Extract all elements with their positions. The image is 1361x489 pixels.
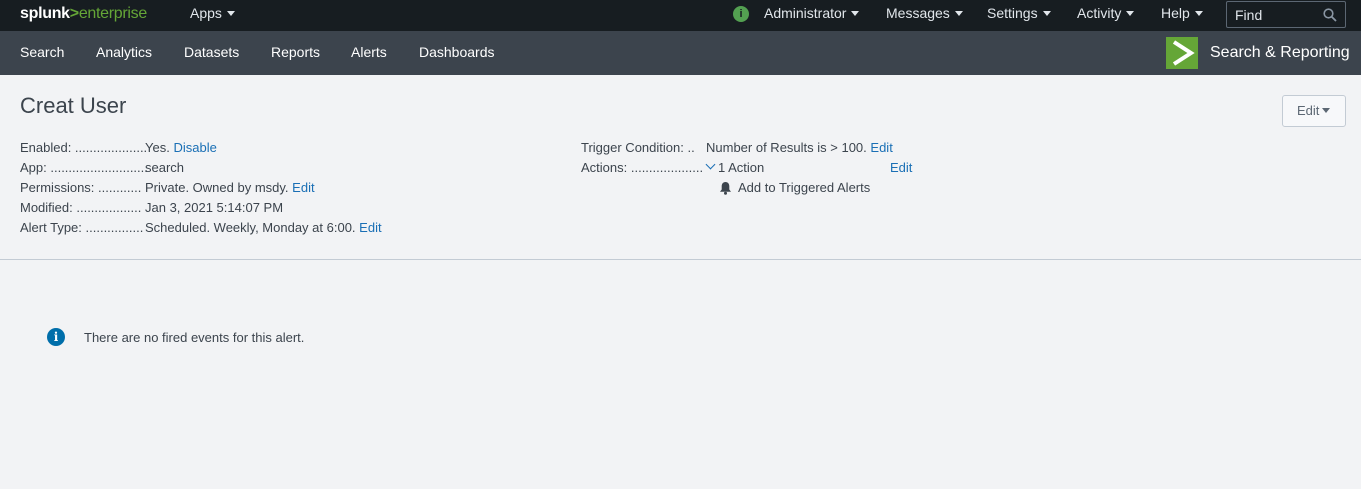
field-value: Yes. (145, 140, 170, 155)
caret-down-icon (226, 11, 235, 16)
edit-actions-link[interactable]: Edit (890, 160, 912, 176)
field-label: Permissions: ............ (20, 180, 142, 195)
field-label: Trigger Condition: .. (581, 140, 695, 155)
edit-button[interactable]: Edit (1282, 95, 1346, 127)
logo-enterprise-text: enterprise (78, 5, 147, 22)
logo-chevron: > (69, 5, 79, 22)
field-label: Actions: .................... (581, 160, 704, 175)
caret-down-icon (851, 11, 860, 16)
help-menu[interactable]: Help (1161, 0, 1203, 31)
nav-datasets[interactable]: Datasets (184, 31, 239, 75)
field-value: Private. Owned by msdy. (145, 180, 289, 195)
caret-down-icon (1126, 11, 1135, 16)
edit-button-label: Edit (1297, 103, 1320, 118)
caret-down-icon (1322, 108, 1331, 113)
settings-menu-label: Settings (987, 5, 1038, 21)
nav-alerts[interactable]: Alerts (351, 31, 387, 75)
edit-trigger-link[interactable]: Edit (870, 140, 892, 155)
field-value: search (145, 160, 185, 175)
field-value: Number of Results is > 100. (706, 140, 867, 155)
app-bar: Search Analytics Datasets Reports Alerts… (0, 31, 1361, 75)
field-label: App: ........................... (20, 160, 148, 175)
disable-link[interactable]: Disable (173, 140, 216, 155)
actions-toggle[interactable]: 1 Action (705, 159, 765, 176)
info-circle-icon[interactable]: i (733, 6, 749, 22)
field-label: Enabled: .................... (20, 140, 148, 155)
nav-analytics[interactable]: Analytics (96, 31, 152, 75)
apps-menu-label: Apps (190, 5, 222, 21)
page-title: Creat User (20, 93, 127, 118)
messages-menu[interactable]: Messages (886, 0, 963, 31)
divider (0, 259, 1361, 260)
messages-menu-label: Messages (886, 5, 950, 21)
apps-menu[interactable]: Apps (190, 0, 235, 31)
top-bar: splunk>enterprise Apps i Administrator M… (0, 0, 1361, 31)
nav-search[interactable]: Search (20, 31, 64, 75)
app-logo-icon[interactable] (1166, 37, 1198, 69)
field-value: Jan 3, 2021 5:14:07 PM (145, 200, 284, 215)
edit-alert-type-link[interactable]: Edit (359, 220, 381, 235)
edit-permissions-link[interactable]: Edit (292, 180, 314, 195)
help-menu-label: Help (1161, 5, 1190, 21)
field-label: Alert Type: ................ (20, 220, 144, 235)
activity-menu[interactable]: Activity (1077, 0, 1135, 31)
search-icon[interactable] (1323, 8, 1337, 22)
bell-icon (720, 182, 731, 195)
user-menu[interactable]: Administrator (764, 0, 860, 31)
info-icon: i (47, 328, 65, 346)
logo-splunk-text: splunk (20, 5, 70, 22)
activity-menu-label: Activity (1077, 5, 1122, 21)
field-label: Modified: .................. (20, 200, 142, 215)
chevron-down-icon (705, 159, 716, 170)
caret-down-icon (954, 11, 963, 16)
app-title[interactable]: Search & Reporting (1210, 31, 1350, 74)
splunk-logo[interactable]: splunk>enterprise (20, 5, 147, 23)
action-item: Add to Triggered Alerts (738, 180, 871, 195)
nav-reports[interactable]: Reports (271, 31, 320, 75)
user-menu-label: Administrator (764, 5, 847, 21)
caret-down-icon (1042, 11, 1051, 16)
find-box[interactable] (1226, 1, 1346, 28)
field-value: Scheduled. Weekly, Monday at 6:00. (145, 220, 356, 235)
caret-down-icon (1194, 11, 1203, 16)
field-value: 1 Action (718, 160, 765, 175)
find-input[interactable] (1235, 6, 1325, 24)
settings-menu[interactable]: Settings (987, 0, 1051, 31)
nav-dashboards[interactable]: Dashboards (419, 31, 495, 75)
no-events-message: There are no fired events for this alert… (84, 330, 305, 345)
chevron-right-icon (1172, 40, 1195, 66)
